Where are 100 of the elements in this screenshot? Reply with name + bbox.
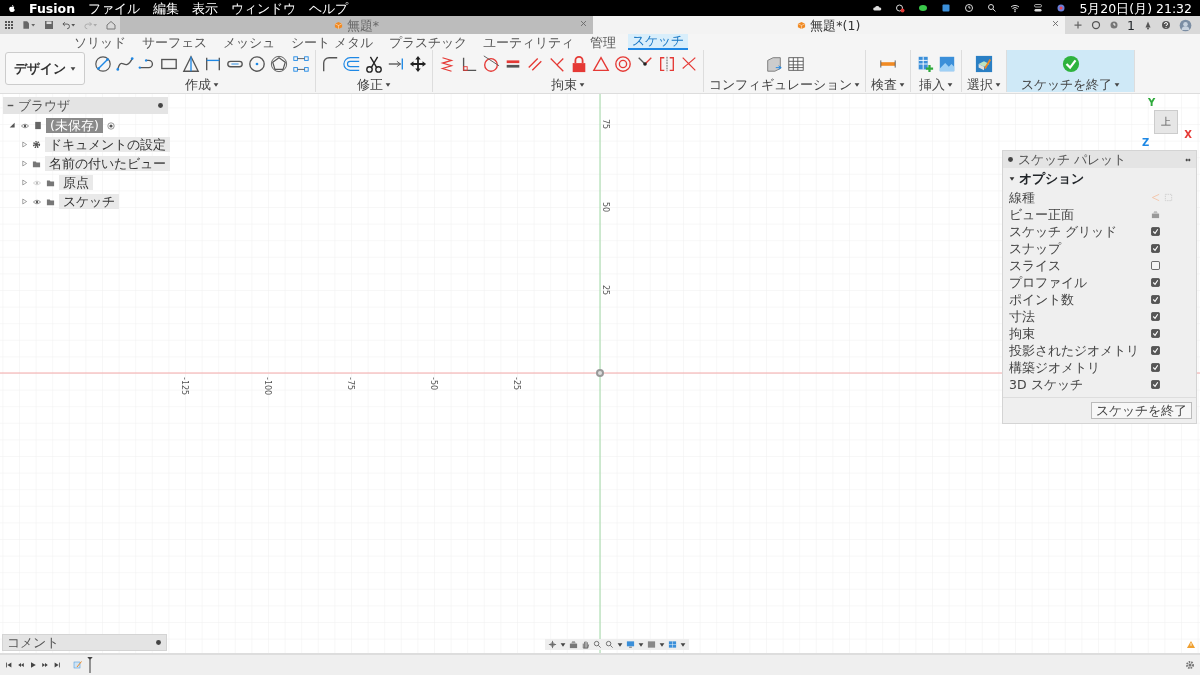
play-icon[interactable] — [29, 661, 37, 669]
mirror-triangle-icon[interactable] — [182, 55, 200, 73]
ribbon-tab[interactable]: ソリッド — [70, 36, 130, 50]
zoom-icon[interactable] — [605, 640, 614, 649]
box-table-icon[interactable] — [764, 55, 783, 73]
menu-item[interactable]: 表示 — [192, 0, 219, 16]
checkbox[interactable] — [1151, 346, 1160, 355]
group-menu-button[interactable]: 選択 — [967, 77, 1001, 92]
look-at-icon[interactable] — [569, 640, 578, 649]
group-menu-button[interactable]: 拘束 — [551, 77, 585, 92]
undo-icon[interactable] — [62, 20, 76, 30]
ribbon-tab[interactable]: シート メタル — [287, 36, 377, 50]
view-cube[interactable]: 上 — [1154, 110, 1178, 134]
ribbon-tab[interactable]: メッシュ — [219, 36, 279, 50]
move-icon[interactable] — [409, 55, 427, 73]
save-icon[interactable] — [44, 20, 54, 30]
ribbon-tab[interactable]: ユーティリティ — [479, 36, 578, 50]
help-icon[interactable] — [1161, 20, 1171, 30]
bracket-pair-icon[interactable] — [658, 55, 676, 73]
app-name[interactable]: Fusion — [29, 0, 76, 16]
monitor-icon[interactable] — [626, 640, 635, 649]
close-icon[interactable] — [579, 20, 587, 27]
checkbox[interactable] — [1151, 227, 1160, 236]
menu-item[interactable]: 編集 — [153, 0, 180, 16]
radio-icon[interactable] — [106, 121, 115, 130]
concentric-icon[interactable] — [614, 55, 632, 73]
circle-icon[interactable] — [248, 55, 266, 73]
point-grid-icon[interactable] — [292, 55, 310, 73]
tangent-icon[interactable] — [482, 55, 500, 73]
v-lines-icon[interactable] — [548, 55, 566, 73]
spline-icon[interactable] — [116, 55, 134, 73]
tree-label[interactable]: 原点 — [59, 175, 93, 190]
menu-item[interactable]: ファイル — [88, 0, 141, 16]
checkbox[interactable] — [1151, 312, 1160, 321]
table-icon[interactable] — [786, 55, 805, 73]
close-icon[interactable] — [1052, 20, 1060, 27]
insert-table-icon[interactable] — [916, 55, 934, 73]
tree-label[interactable]: スケッチ — [59, 194, 119, 209]
file-icon[interactable] — [22, 20, 36, 30]
tree-label[interactable]: 名前の付いたビュー — [45, 156, 170, 171]
checkbox[interactable] — [1151, 380, 1160, 389]
eye-icon[interactable] — [20, 121, 30, 130]
ribbon-tab[interactable]: プラスチック — [385, 36, 471, 50]
crossing-curves-icon[interactable] — [680, 55, 698, 73]
checkbox[interactable] — [1151, 295, 1160, 304]
dimension-icon[interactable] — [204, 55, 222, 73]
home-icon[interactable] — [106, 20, 116, 30]
menu-item[interactable]: ヘルプ — [309, 0, 349, 16]
look-at-icon[interactable] — [1151, 210, 1160, 219]
checkbox[interactable] — [1151, 278, 1160, 287]
visual-style-icon[interactable] — [647, 640, 656, 649]
perpendicular-icon[interactable] — [460, 55, 478, 73]
lock-icon[interactable] — [570, 55, 588, 73]
finish-sketch-button[interactable]: スケッチを終了 — [1091, 402, 1192, 419]
group-menu-button[interactable]: 挿入 — [919, 77, 953, 92]
zigzag-icon[interactable] — [438, 55, 456, 73]
ribbon-tab[interactable]: サーフェス — [138, 36, 211, 50]
section-title: オプション — [1019, 171, 1084, 186]
workspace-button[interactable]: デザイン — [5, 52, 85, 85]
menu-item[interactable]: ウィンドウ — [231, 0, 297, 16]
ribbon-tab[interactable]: 管理 — [586, 36, 620, 50]
app-grid-icon[interactable] — [4, 20, 14, 30]
checkbox[interactable] — [1151, 261, 1160, 270]
grid-icon[interactable] — [668, 640, 677, 649]
group-menu-button[interactable]: 作成 — [185, 77, 219, 92]
parallel-icon[interactable] — [526, 55, 544, 73]
orbit-icon[interactable] — [548, 640, 557, 649]
step-forward-icon[interactable] — [41, 661, 49, 669]
settings-icon[interactable] — [1185, 660, 1195, 670]
scissors-icon[interactable] — [365, 55, 383, 73]
group-menu-button[interactable]: 修正 — [357, 77, 391, 92]
checkbox[interactable] — [1151, 363, 1160, 372]
job-status-icon[interactable] — [1109, 20, 1120, 30]
step-back-icon[interactable] — [17, 661, 25, 669]
document-tab[interactable]: 無題*(1) — [592, 16, 1066, 34]
check-icon[interactable] — [1061, 55, 1080, 73]
skip-end-icon[interactable] — [53, 661, 61, 669]
collapse-icon[interactable] — [1009, 175, 1015, 182]
checkbox[interactable] — [1151, 329, 1160, 338]
tree-label[interactable]: ドキュメントの設定 — [45, 137, 170, 152]
extensions-icon[interactable] — [1091, 20, 1102, 30]
eye-icon[interactable] — [32, 197, 42, 206]
expand-arrows-icon[interactable] — [1184, 156, 1192, 163]
fillet-icon[interactable] — [321, 55, 339, 73]
group-menu-button[interactable]: コンフィギュレーション — [709, 77, 860, 92]
plus-icon[interactable] — [1073, 20, 1084, 30]
zoom-window-icon[interactable] — [593, 640, 602, 649]
expand-icon[interactable] — [9, 122, 16, 129]
ribbon-tab[interactable]: スケッチ — [628, 34, 688, 50]
image-icon[interactable] — [938, 55, 956, 73]
hand-icon[interactable] — [581, 640, 590, 649]
skip-start-icon[interactable] — [5, 661, 13, 669]
origin-icon[interactable] — [596, 369, 604, 377]
line-icon[interactable] — [94, 55, 112, 73]
checkbox[interactable] — [1151, 244, 1160, 253]
group-menu-button[interactable]: 検査 — [871, 77, 905, 92]
triangle-outline-icon[interactable] — [592, 55, 610, 73]
timeline-marker-icon[interactable] — [87, 657, 93, 673]
select-icon[interactable] — [975, 55, 993, 73]
pentagon-icon[interactable] — [270, 55, 288, 73]
